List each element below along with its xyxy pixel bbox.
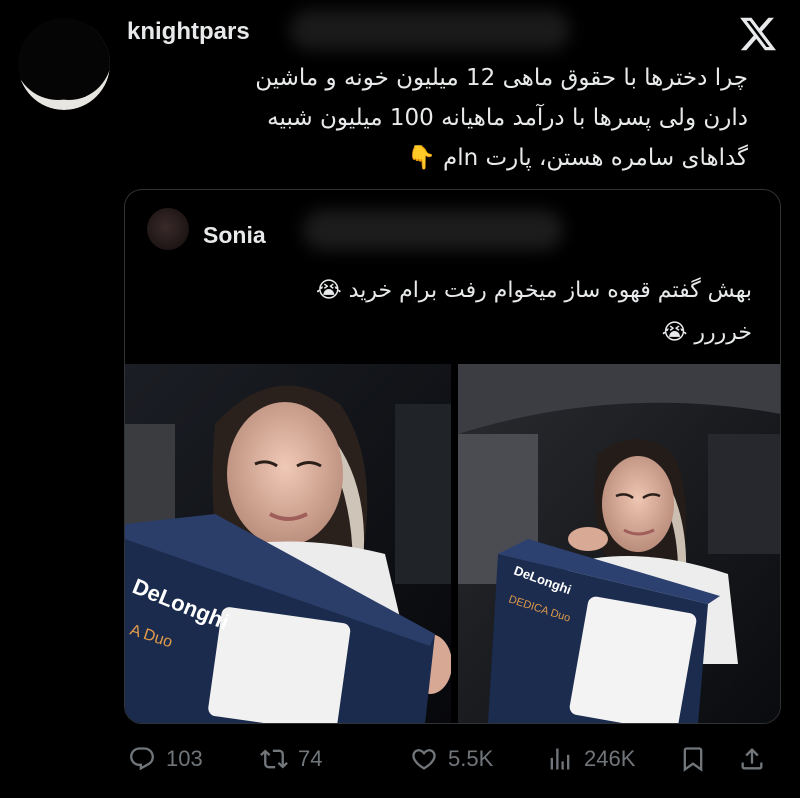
views-button[interactable]: 246K <box>546 737 635 781</box>
tweet-line: چرا دخترها با حقوق ماهی 12 میلیون خونه و… <box>255 65 748 91</box>
x-logo-icon[interactable] <box>738 14 778 54</box>
retweet-count: 74 <box>298 746 323 771</box>
quoted-tweet-text: بهش گفتم قهوه ساز میخوام رفت برام خرید 😭… <box>172 270 752 354</box>
quoted-author-name[interactable]: Sonia <box>203 222 266 249</box>
photo-woman-with-coffee-maker-box: DeLonghi A Duo <box>125 364 451 723</box>
tweet-line: گداهای سامره هستن، پارت nام 👇 <box>407 145 748 171</box>
photo-woman-hugging-coffee-maker-box: DeLonghi DEDICA Duo <box>458 364 780 723</box>
share-icon <box>741 748 763 770</box>
blurred-quoted-handle <box>303 210 563 250</box>
quoted-photo-2[interactable]: DeLonghi DEDICA Duo <box>458 364 780 723</box>
quoted-line: بهش گفتم قهوه ساز میخوام رفت برام خرید 😭 <box>315 278 752 303</box>
author-avatar[interactable] <box>18 18 110 110</box>
bookmark-button[interactable] <box>679 737 707 781</box>
retweet-icon <box>260 749 288 769</box>
tweet-text: چرا دخترها با حقوق ماهی 12 میلیون خونه و… <box>128 58 748 178</box>
like-button[interactable]: 5.5K <box>410 737 493 781</box>
tweet-line: دارن ولی پسرها با درآمد ماهیانه 100 میلی… <box>267 105 748 131</box>
quoted-line: خرررر 😭 <box>661 320 752 345</box>
tweet-actions-bar: 103 74 5.5K 246K <box>124 737 784 781</box>
quoted-tweet-card[interactable]: Sonia بهش گفتم قهوه ساز میخوام رفت برام … <box>124 189 781 724</box>
views-chart-icon <box>550 748 570 770</box>
quoted-author-avatar[interactable] <box>147 208 189 250</box>
bookmark-icon <box>683 747 703 772</box>
author-handle[interactable]: knightpars <box>127 18 250 46</box>
share-button[interactable] <box>738 737 766 781</box>
blurred-username <box>290 10 570 50</box>
quoted-photo-1[interactable]: DeLonghi A Duo <box>125 364 451 723</box>
heart-icon <box>412 749 436 770</box>
views-count: 246K <box>584 746 636 771</box>
like-count: 5.5K <box>448 746 494 771</box>
reply-icon <box>130 747 154 771</box>
reply-count: 103 <box>166 746 203 771</box>
reply-button[interactable]: 103 <box>128 737 203 781</box>
retweet-button[interactable]: 74 <box>260 737 322 781</box>
